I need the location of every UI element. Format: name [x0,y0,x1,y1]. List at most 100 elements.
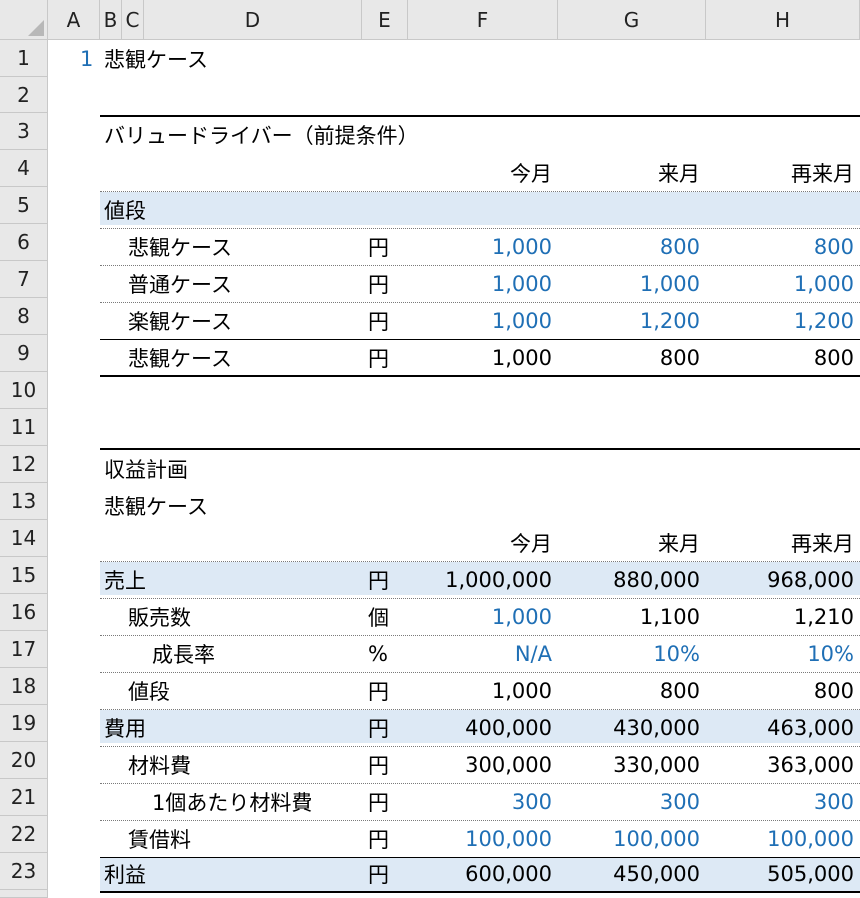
value-g[interactable]: 880,000 [558,561,706,598]
row-header-15[interactable]: 15 [0,557,48,594]
unit-cell[interactable]: 円 [368,302,389,339]
value-f[interactable]: N/A [408,635,558,672]
value-f[interactable]: 400,000 [408,709,558,746]
unit-cell[interactable]: 円 [368,672,389,709]
row-header-3[interactable]: 3 [0,113,48,150]
value-f[interactable]: 1,000 [408,339,558,376]
col-header-d[interactable]: D [144,0,362,40]
value-g[interactable]: 1,100 [558,598,706,635]
col-header-g[interactable]: G [558,0,706,40]
unit-cell[interactable]: 円 [368,746,389,783]
value-f[interactable]: 1,000 [408,598,558,635]
value-g[interactable]: 1,200 [558,302,706,339]
value-g[interactable]: 450,000 [558,857,706,891]
row-header-13[interactable]: 13 [0,483,48,520]
row-label[interactable]: 賃借料 [128,820,191,857]
row-header-20[interactable]: 20 [0,742,48,779]
row-label[interactable]: 値段 [128,672,170,709]
row-header-12[interactable]: 12 [0,446,48,483]
value-h[interactable]: 800 [706,672,860,709]
header-month-after-next[interactable]: 再来月 [706,154,860,191]
value-g[interactable]: 10% [558,635,706,672]
value-g[interactable]: 330,000 [558,746,706,783]
row-header-6[interactable]: 6 [0,224,48,261]
row-header-22[interactable]: 22 [0,816,48,853]
row-header-7[interactable]: 7 [0,261,48,298]
value-h[interactable]: 463,000 [706,709,860,746]
unit-cell[interactable]: 円 [368,265,389,302]
row-label[interactable]: 費用 [104,709,146,746]
row-header-4[interactable]: 4 [0,150,48,187]
value-f[interactable]: 300,000 [408,746,558,783]
unit-cell[interactable]: 円 [368,561,389,598]
unit-cell[interactable]: 円 [368,339,389,376]
value-g[interactable]: 800 [558,339,706,376]
value-g[interactable]: 430,000 [558,709,706,746]
row-label[interactable]: 1個あたり材料費 [152,783,312,820]
row-header-8[interactable]: 8 [0,298,48,335]
row-label[interactable]: 材料費 [128,746,191,783]
row-label[interactable]: 利益 [104,857,146,891]
profit-plan-title[interactable]: 収益計画 [104,450,188,487]
header-this-month[interactable]: 今月 [408,524,558,561]
row-header-24[interactable] [0,890,48,898]
value-h[interactable]: 363,000 [706,746,860,783]
value-g[interactable]: 1,000 [558,265,706,302]
col-header-f[interactable]: F [408,0,558,40]
row-label[interactable]: 悲観ケース [128,339,232,376]
header-next-month[interactable]: 来月 [558,524,706,561]
value-g[interactable]: 800 [558,672,706,709]
unit-cell[interactable]: 円 [368,783,389,820]
row-label[interactable]: 普通ケース [128,265,232,302]
unit-cell[interactable]: 円 [368,709,389,746]
value-h[interactable]: 10% [706,635,860,672]
col-header-e[interactable]: E [362,0,408,40]
row-label[interactable]: 悲観ケース [128,228,232,265]
sheet-title[interactable]: 悲観ケース [104,40,208,77]
price-label[interactable]: 値段 [104,191,146,228]
row-label[interactable]: 楽観ケース [128,302,232,339]
value-driver-title[interactable]: バリュードライバー（前提条件） [104,117,419,153]
row-header-1[interactable]: 1 [0,40,48,77]
value-f[interactable]: 600,000 [408,857,558,891]
section-number[interactable]: 1 [80,40,93,77]
unit-cell[interactable]: 個 [368,598,389,635]
row-label[interactable]: 売上 [104,561,146,598]
value-f[interactable]: 1,000 [408,672,558,709]
col-header-c[interactable]: C [122,0,144,40]
header-next-month[interactable]: 来月 [558,154,706,191]
row-header-10[interactable]: 10 [0,372,48,409]
row-header-11[interactable]: 11 [0,409,48,446]
value-f[interactable]: 1,000 [408,228,558,265]
col-header-a[interactable]: A [48,0,100,40]
header-month-after-next[interactable]: 再来月 [706,524,860,561]
row-header-18[interactable]: 18 [0,668,48,705]
row-header-16[interactable]: 16 [0,594,48,631]
row-label[interactable]: 販売数 [128,598,191,635]
value-f[interactable]: 300 [408,783,558,820]
unit-cell[interactable]: 円 [368,857,389,891]
row-header-23[interactable]: 23 [0,853,48,890]
scenario-title[interactable]: 悲観ケース [104,487,208,524]
value-f[interactable]: 1,000 [408,265,558,302]
value-h[interactable]: 1,200 [706,302,860,339]
col-header-h[interactable]: H [706,0,860,40]
value-f[interactable]: 1,000 [408,302,558,339]
value-h[interactable]: 300 [706,783,860,820]
unit-cell[interactable]: 円 [368,820,389,857]
value-h[interactable]: 100,000 [706,820,860,857]
row-header-9[interactable]: 9 [0,335,48,372]
col-header-b[interactable]: B [100,0,122,40]
row-header-19[interactable]: 19 [0,705,48,742]
row-header-21[interactable]: 21 [0,779,48,816]
header-this-month[interactable]: 今月 [408,154,558,191]
value-f[interactable]: 1,000,000 [408,561,558,598]
value-f[interactable]: 100,000 [408,820,558,857]
value-h[interactable]: 800 [706,228,860,265]
value-g[interactable]: 800 [558,228,706,265]
value-h[interactable]: 505,000 [706,857,860,891]
value-h[interactable]: 1,210 [706,598,860,635]
value-g[interactable]: 300 [558,783,706,820]
value-g[interactable]: 100,000 [558,820,706,857]
unit-cell[interactable]: % [368,635,388,672]
